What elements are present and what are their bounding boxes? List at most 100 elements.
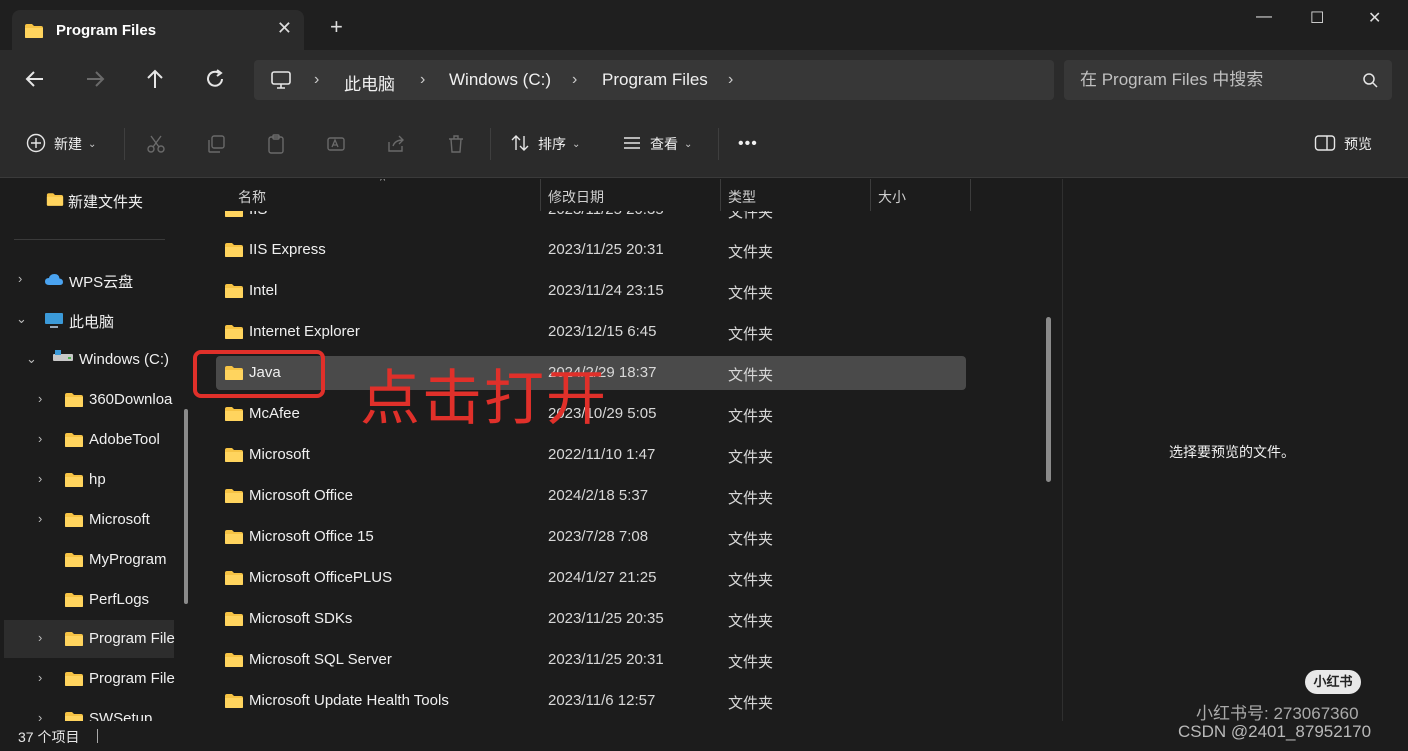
chevron-right-icon[interactable]: › [38, 511, 42, 526]
search-icon[interactable] [1362, 72, 1378, 93]
file-row[interactable]: IIS Express 2023/11/25 20:31 文件夹 [216, 233, 966, 267]
chevron-down-icon[interactable]: ⌄ [16, 311, 27, 327]
folder-icon [224, 529, 244, 549]
column-header-type[interactable]: 类型 [728, 187, 756, 207]
preview-pane-button[interactable]: 预览 [1314, 132, 1372, 156]
back-arrow-icon[interactable] [24, 68, 48, 92]
column-divider[interactable] [870, 179, 871, 211]
folder-icon [224, 611, 244, 631]
folder-icon [64, 711, 84, 721]
up-arrow-icon[interactable] [144, 68, 168, 92]
delete-icon[interactable] [446, 132, 466, 156]
file-date: 2023/11/25 20:31 [548, 241, 664, 258]
file-type: 文件夹 [728, 695, 774, 712]
file-row[interactable]: Microsoft SQL Server 2023/11/25 20:31 文件… [216, 643, 966, 677]
highlight-box [193, 350, 325, 398]
sort-up-icon: ^ [380, 179, 386, 187]
chevron-down-icon: ⌄ [572, 138, 581, 150]
folder-icon [64, 631, 84, 651]
chevron-right-icon[interactable]: › [38, 630, 42, 645]
preview-empty-text: 选择要预览的文件。 [1169, 444, 1295, 460]
more-options-icon[interactable]: ••• [738, 132, 758, 156]
cut-icon[interactable] [146, 132, 166, 156]
title-bar: Program Files ✕ + — ☐ ✕ [0, 0, 1408, 50]
new-button-label: 新建 [54, 136, 82, 152]
new-button[interactable]: 新建 ⌄ [26, 132, 96, 156]
sort-button[interactable]: 排序 ⌄ [510, 132, 580, 156]
file-type: 文件夹 [728, 367, 774, 384]
sidebar-item-myprogram[interactable]: MyProgram [0, 541, 198, 579]
sidebar-scrollbar[interactable] [184, 409, 188, 604]
sidebar-item-this-pc[interactable]: ⌄ 此电脑 [0, 301, 198, 339]
sidebar-item-new-folder[interactable]: 新建文件夹 [0, 181, 198, 219]
file-row[interactable]: Microsoft Office 2024/2/18 5:37 文件夹 [216, 479, 966, 513]
file-name: Microsoft SQL Server [249, 651, 392, 668]
sidebar-item-windows-c[interactable]: ⌄ Windows (C:) [0, 341, 198, 379]
sidebar-item-label: AdobeTool [89, 431, 160, 448]
sidebar-item-adobetool[interactable]: › AdobeTool [0, 421, 198, 459]
tab-close-icon[interactable]: ✕ [277, 18, 292, 39]
rename-icon[interactable] [326, 132, 346, 156]
annotation-text: 点击打开 [360, 364, 608, 434]
file-row[interactable]: Microsoft SDKs 2023/11/25 20:35 文件夹 [216, 602, 966, 636]
column-divider[interactable] [720, 179, 721, 211]
column-header-size[interactable]: 大小 [878, 187, 906, 207]
sidebar-item-360download[interactable]: › 360Downloa [0, 381, 198, 419]
drive-icon [52, 349, 74, 367]
command-bar: 新建 ⌄ 排序 ⌄ 查看 ⌄ ••• 预览 [0, 110, 1408, 178]
chevron-right-icon[interactable]: › [18, 271, 22, 286]
refresh-icon[interactable] [204, 68, 228, 92]
sidebar-item-wps-cloud[interactable]: › WPS云盘 [0, 261, 198, 299]
chevron-right-icon[interactable]: › [38, 471, 42, 486]
preview-button-label: 预览 [1344, 136, 1372, 152]
address-bar[interactable]: › 此电脑 › Windows (C:) › Program Files › [254, 60, 1054, 100]
file-row[interactable]: Intel 2023/11/24 23:15 文件夹 [216, 274, 966, 308]
sidebar-item-label: hp [89, 471, 106, 488]
file-date: 2023/11/25 20:35 [548, 610, 664, 627]
chevron-right-icon[interactable]: › [38, 431, 42, 446]
breadcrumb-windows-c[interactable]: Windows (C:) [449, 70, 551, 90]
sidebar-item-program-files[interactable]: › Program File [4, 620, 175, 658]
chevron-right-icon[interactable]: › [38, 391, 42, 406]
file-row[interactable]: Microsoft Update Health Tools 2023/11/6 … [216, 684, 966, 718]
paste-icon[interactable] [266, 132, 286, 156]
sidebar-item-microsoft[interactable]: › Microsoft [0, 501, 198, 539]
file-type: 文件夹 [728, 449, 774, 466]
maximize-button[interactable]: ☐ [1310, 8, 1324, 28]
search-box[interactable] [1064, 60, 1392, 100]
file-name: IIS Express [249, 241, 326, 258]
file-row[interactable]: Microsoft 2022/11/10 1:47 文件夹 [216, 438, 966, 472]
file-list-scrollbar[interactable] [1046, 317, 1051, 482]
column-divider[interactable] [540, 179, 541, 211]
chevron-right-icon[interactable]: › [38, 670, 42, 685]
search-input[interactable] [1080, 69, 1350, 91]
column-divider[interactable] [970, 179, 971, 211]
share-icon[interactable] [386, 132, 406, 156]
file-date: 2023/11/24 23:15 [548, 282, 664, 299]
file-name: Microsoft SDKs [249, 610, 353, 627]
file-row[interactable]: Microsoft Office 15 2023/7/28 7:08 文件夹 [216, 520, 966, 554]
folder-icon [224, 447, 244, 467]
chevron-right-icon[interactable]: › [38, 710, 42, 721]
file-row[interactable]: Internet Explorer 2023/12/15 6:45 文件夹 [216, 315, 966, 349]
forward-arrow-icon[interactable] [84, 68, 108, 92]
copy-icon[interactable] [206, 132, 226, 156]
close-window-button[interactable]: ✕ [1368, 8, 1381, 28]
column-header-name[interactable]: 名称 [238, 187, 266, 207]
breadcrumb-program-files[interactable]: Program Files [602, 70, 708, 90]
new-tab-button[interactable]: + [330, 16, 343, 38]
preview-pane: 选择要预览的文件。 [1062, 179, 1408, 721]
file-name: Intel [249, 282, 278, 299]
view-button[interactable]: 查看 ⌄ [622, 132, 692, 156]
sidebar-item-perflogs[interactable]: PerfLogs [0, 581, 198, 619]
column-header-date[interactable]: 修改日期 [548, 187, 604, 207]
breadcrumb-this-pc[interactable]: 此电脑 [344, 70, 395, 95]
tab-program-files[interactable]: Program Files ✕ [12, 10, 304, 50]
file-row[interactable]: Microsoft OfficePLUS 2024/1/27 21:25 文件夹 [216, 561, 966, 595]
sidebar-item-program-files-x86[interactable]: › Program File [0, 660, 198, 698]
chevron-right-icon[interactable]: › [728, 71, 733, 89]
sidebar-item-hp[interactable]: › hp [0, 461, 198, 499]
sidebar-item-swsetup[interactable]: › SWSetup [0, 700, 198, 721]
minimize-button[interactable]: — [1256, 8, 1272, 26]
chevron-down-icon[interactable]: ⌄ [26, 351, 37, 367]
